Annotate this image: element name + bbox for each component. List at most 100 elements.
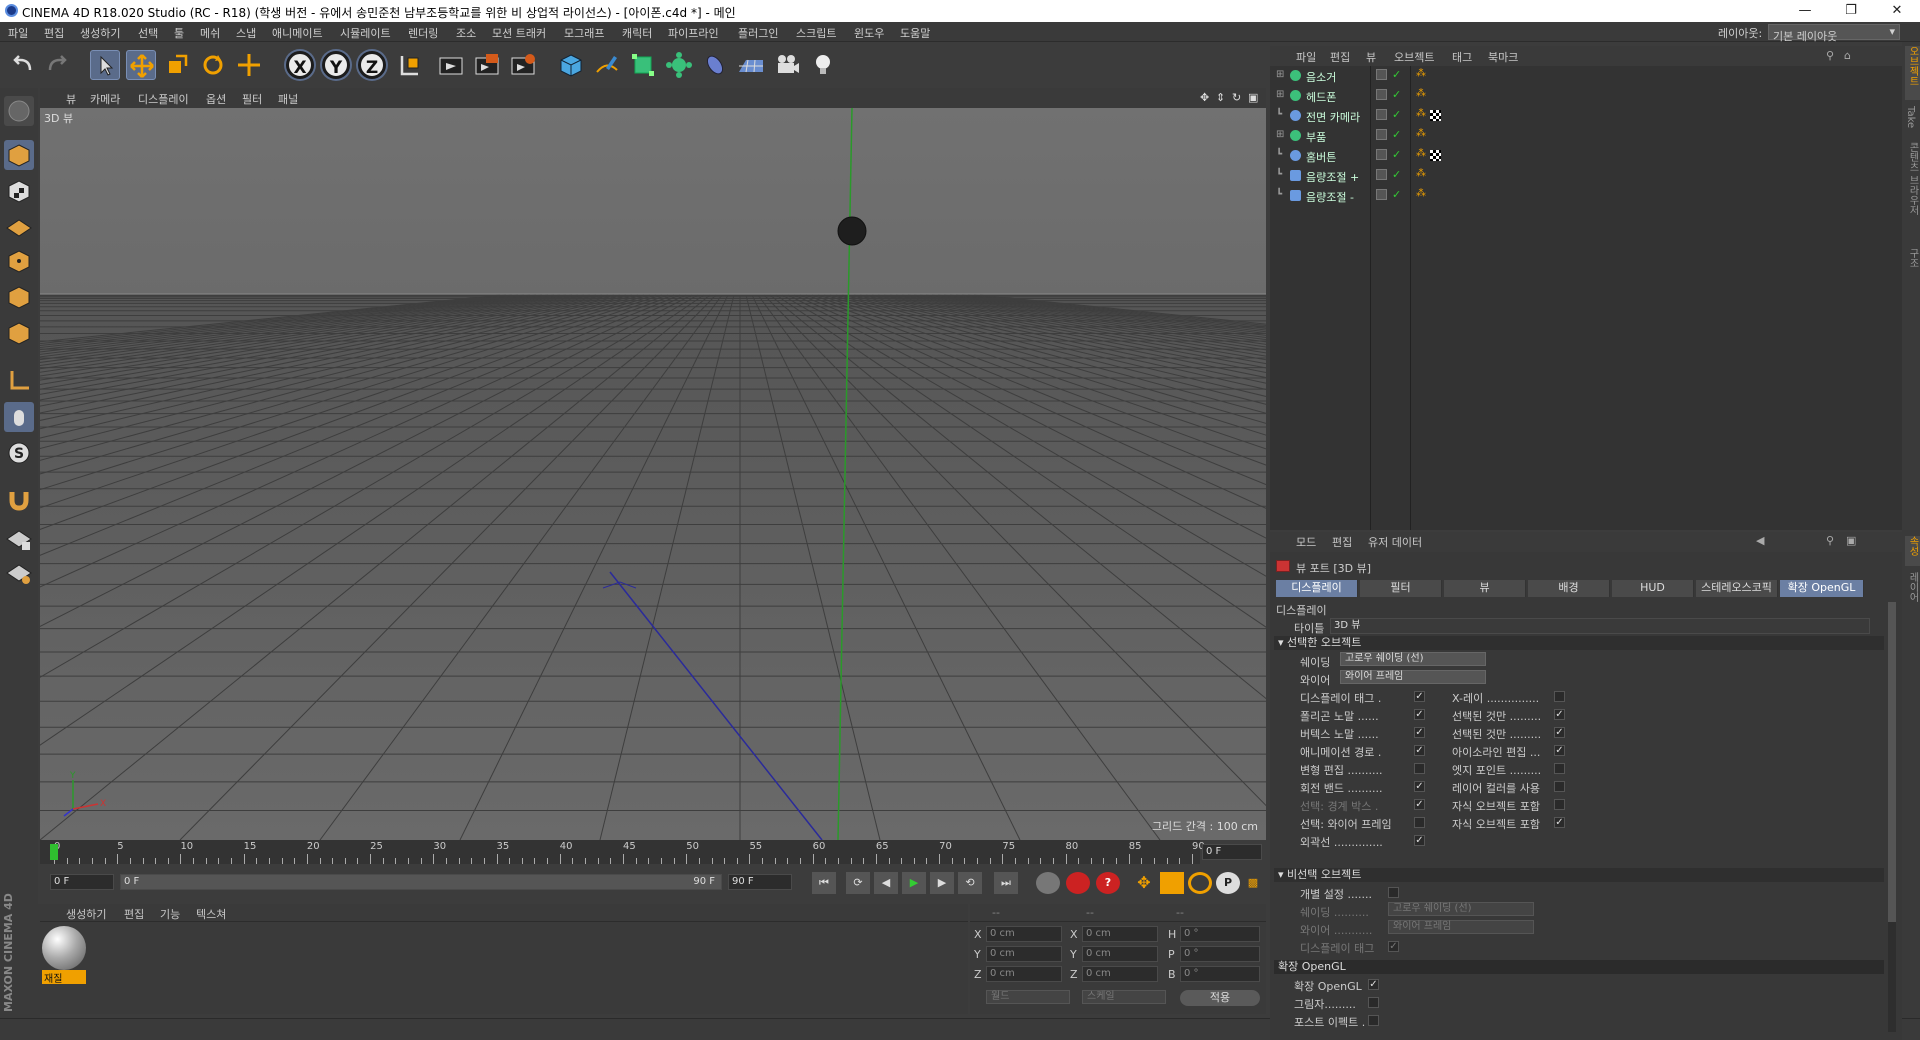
- left-option-checkbox[interactable]: [1414, 817, 1425, 828]
- axis-mode-button[interactable]: [4, 366, 34, 396]
- right-option-checkbox[interactable]: ✓: [1554, 817, 1565, 828]
- prev-key-button[interactable]: ⟳: [846, 872, 870, 894]
- coord-pos-x-field[interactable]: 0 cm: [986, 926, 1062, 942]
- menu-file[interactable]: 파일: [8, 25, 28, 41]
- phong-tag-icon[interactable]: ⁂: [1416, 108, 1426, 119]
- live-select-button[interactable]: [234, 50, 264, 80]
- coord-size-y-field[interactable]: 0 cm: [1082, 946, 1158, 962]
- obj-menu-tag[interactable]: 태그: [1452, 49, 1472, 65]
- object-row[interactable]: ⊞ 부품 ✓ ⁂: [1270, 126, 1902, 146]
- object-row[interactable]: ┗ 음량조절 + ✓ ⁂: [1270, 166, 1902, 186]
- attr-scrollbar[interactable]: [1888, 602, 1896, 1032]
- light-object-button[interactable]: [808, 50, 838, 80]
- edge-mode-button[interactable]: [4, 282, 34, 312]
- lock-workplane-button[interactable]: [4, 524, 34, 554]
- search-icon[interactable]: ⚲: [1826, 49, 1834, 62]
- key-parameter-icon[interactable]: P: [1216, 872, 1240, 894]
- select-tool-button[interactable]: [90, 50, 120, 80]
- expand-toggle-icon[interactable]: ⊞: [1276, 89, 1284, 100]
- wire-select[interactable]: 와이어 프레임: [1340, 670, 1486, 684]
- left-option-checkbox[interactable]: [1414, 763, 1425, 774]
- point-mode-button[interactable]: [4, 246, 34, 276]
- tab-take[interactable]: Take: [1905, 106, 1916, 136]
- tab-objects[interactable]: 오브젝트: [1905, 46, 1920, 100]
- texture-tag-icon[interactable]: [1430, 110, 1441, 121]
- tweak-mode-button[interactable]: [4, 402, 34, 432]
- left-option-checkbox[interactable]: ✓: [1414, 835, 1425, 846]
- shadow-checkbox[interactable]: [1368, 997, 1379, 1008]
- start-frame-field[interactable]: 0 F: [50, 874, 114, 890]
- layer-checkbox-icon[interactable]: [1376, 129, 1387, 140]
- menu-sculpt[interactable]: 조소: [456, 25, 476, 41]
- vp-maximize-icon[interactable]: ▣: [1248, 91, 1258, 104]
- phong-tag-icon[interactable]: ⁂: [1416, 88, 1426, 99]
- tab-filter[interactable]: 필터: [1360, 580, 1442, 597]
- menu-animate[interactable]: 애니메이트: [272, 25, 323, 41]
- expand-toggle-icon[interactable]: ┗: [1276, 109, 1282, 120]
- shading-select[interactable]: 고로우 쉐이딩 (선): [1340, 652, 1486, 666]
- menu-render[interactable]: 렌더링: [408, 25, 438, 41]
- go-to-start-button[interactable]: ⏮: [812, 872, 836, 894]
- enabled-check-icon[interactable]: ✓: [1392, 128, 1401, 141]
- lock-icon[interactable]: ▣: [1846, 534, 1856, 547]
- camera-object-button[interactable]: [772, 50, 802, 80]
- object-row[interactable]: ┗ 전면 카메라 ✓ ⁂: [1270, 106, 1902, 126]
- obj-menu-view[interactable]: 뷰: [1366, 49, 1376, 65]
- selected-objects-header[interactable]: ▾ 선택한 오브젝트: [1274, 636, 1884, 650]
- model-mode-button[interactable]: [4, 140, 34, 170]
- material-preview[interactable]: [42, 926, 86, 970]
- menu-select[interactable]: 선택: [138, 25, 158, 41]
- workplane-mode-button[interactable]: [4, 210, 34, 240]
- expand-toggle-icon[interactable]: ⊞: [1276, 69, 1284, 80]
- texture-tag-icon[interactable]: [1430, 150, 1441, 161]
- play-button[interactable]: ▶: [902, 872, 926, 894]
- enabled-check-icon[interactable]: ✓: [1392, 188, 1401, 201]
- close-button[interactable]: ✕: [1874, 0, 1920, 22]
- vp-rotate-icon[interactable]: ↻: [1232, 91, 1241, 104]
- menu-pipeline[interactable]: 파이프라인: [668, 25, 719, 41]
- attr-menu-mode[interactable]: 모드: [1296, 534, 1316, 550]
- layer-checkbox-icon[interactable]: [1376, 169, 1387, 180]
- enhanced-opengl-checkbox[interactable]: ✓: [1368, 979, 1379, 990]
- coord-pos-y-field[interactable]: 0 cm: [986, 946, 1062, 962]
- mat-menu-edit[interactable]: 편집: [124, 906, 144, 922]
- phong-tag-icon[interactable]: ⁂: [1416, 148, 1426, 159]
- back-arrow-icon[interactable]: ◀: [1756, 534, 1764, 547]
- unselected-objects-header[interactable]: ▾ 비선택 오브젝트: [1274, 868, 1884, 882]
- magnet-button[interactable]: [4, 484, 34, 514]
- deformer-button[interactable]: [700, 50, 730, 80]
- cube-object-button[interactable]: [556, 50, 586, 80]
- texture-mode-button[interactable]: [4, 176, 34, 206]
- object-name[interactable]: 부품: [1306, 129, 1326, 145]
- z-axis-lock-button[interactable]: Z: [358, 51, 386, 79]
- obj-menu-file[interactable]: 파일: [1296, 49, 1316, 65]
- y-axis-lock-button[interactable]: Y: [322, 51, 350, 79]
- coord-mode-scale-select[interactable]: 스케일: [1082, 990, 1166, 1004]
- preview-range-slider[interactable]: 0 F 90 F: [120, 874, 722, 890]
- layer-checkbox-icon[interactable]: [1376, 149, 1387, 160]
- coordinate-system-button[interactable]: [394, 50, 424, 80]
- array-mograph-button[interactable]: [664, 50, 694, 80]
- left-option-checkbox[interactable]: ✓: [1414, 745, 1425, 756]
- right-option-checkbox[interactable]: ✓: [1554, 727, 1565, 738]
- search-icon[interactable]: ⚲: [1826, 534, 1834, 547]
- pen-spline-button[interactable]: [592, 50, 622, 80]
- tab-structure[interactable]: 구조: [1905, 248, 1920, 278]
- phong-tag-icon[interactable]: ⁂: [1416, 188, 1426, 199]
- left-option-checkbox[interactable]: ✓: [1414, 781, 1425, 792]
- end-frame-field[interactable]: 90 F: [728, 874, 792, 890]
- enabled-check-icon[interactable]: ✓: [1392, 88, 1401, 101]
- render-view-button[interactable]: [436, 50, 466, 80]
- right-option-checkbox[interactable]: [1554, 691, 1565, 702]
- unselected-shading-select[interactable]: 고로우 쉐이딩 (선): [1388, 902, 1534, 916]
- tab-attributes[interactable]: 속성: [1905, 536, 1920, 566]
- right-option-checkbox[interactable]: ✓: [1554, 745, 1565, 756]
- obj-menu-object[interactable]: 오브젝트: [1394, 49, 1434, 65]
- layout-select[interactable]: 기본 레이아웃 ▾: [1768, 24, 1900, 43]
- next-frame-button[interactable]: ▶: [930, 872, 954, 894]
- mat-menu-texture[interactable]: 텍스쳐: [196, 906, 226, 922]
- attr-menu-edit[interactable]: 편집: [1332, 534, 1352, 550]
- expand-toggle-icon[interactable]: ⊞: [1276, 129, 1284, 140]
- coord-rot-h-field[interactable]: 0 °: [1180, 926, 1260, 942]
- key-pla-icon[interactable]: ▩: [1244, 872, 1262, 894]
